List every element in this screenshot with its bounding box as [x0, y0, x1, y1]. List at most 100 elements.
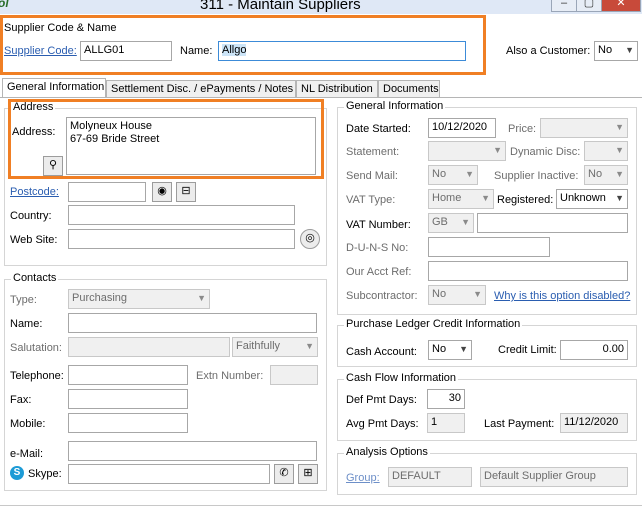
contact-name-label: Name:	[10, 318, 43, 330]
cash-account-value: No	[432, 343, 447, 355]
network-icon: ⊞	[303, 467, 313, 479]
cash-account-select[interactable]: No ▼	[428, 340, 472, 360]
fax-input[interactable]	[68, 389, 188, 409]
close-button[interactable]: ✕	[601, 0, 641, 12]
telephone-input[interactable]	[68, 365, 188, 385]
chevron-down-icon: ▼	[461, 217, 470, 227]
app-logo: ol	[0, 0, 9, 10]
chevron-down-icon: ▼	[615, 145, 624, 155]
salutation-label: Salutation:	[10, 342, 62, 354]
contact-name-input[interactable]	[68, 313, 317, 333]
telephone-label: Telephone:	[10, 370, 64, 382]
send-mail-select[interactable]: No ▼	[428, 165, 478, 185]
vat-number-label: VAT Number:	[346, 219, 411, 231]
subcontractor-select[interactable]: No ▼	[428, 285, 486, 305]
last-payment-label: Last Payment:	[484, 418, 555, 430]
country-input[interactable]	[68, 205, 295, 225]
email-input[interactable]	[68, 441, 317, 461]
country-label: Country:	[10, 210, 52, 222]
chevron-down-icon: ▼	[465, 169, 474, 179]
statement-select[interactable]: ▼	[428, 141, 506, 161]
postcode-input[interactable]	[68, 182, 146, 202]
map-pin-button[interactable]: ⚲	[43, 156, 63, 176]
view-postcode-button[interactable]: ◉	[152, 182, 172, 202]
skype-label: Skype:	[28, 468, 62, 480]
dynamic-disc-label: Dynamic Disc:	[510, 146, 581, 158]
skype-call-button[interactable]: ✆	[274, 464, 294, 484]
skype-contacts-button[interactable]: ⊞	[298, 464, 318, 484]
def-pmt-days-input[interactable]: 30	[427, 389, 465, 409]
contact-type-select[interactable]: Purchasing ▼	[68, 289, 210, 309]
cash-flow-group-label: Cash Flow Information	[344, 372, 459, 384]
tab-documents[interactable]: Documents	[378, 80, 440, 97]
registered-label: Registered:	[497, 194, 554, 206]
chevron-down-icon: ▼	[625, 45, 634, 55]
chevron-down-icon: ▼	[459, 344, 468, 354]
cash-account-label: Cash Account:	[346, 346, 417, 358]
extn-number-input[interactable]	[270, 365, 318, 385]
salutation-input[interactable]	[68, 337, 230, 357]
salutation-select[interactable]: Faithfully ▼	[232, 337, 318, 357]
postcode-lookup-button[interactable]: ⊟	[176, 182, 196, 202]
chevron-down-icon: ▼	[305, 341, 314, 351]
mobile-input[interactable]	[68, 413, 188, 433]
supplier-code-link[interactable]: Supplier Code:	[4, 45, 77, 57]
also-customer-value: No	[598, 44, 613, 56]
bottom-divider	[0, 505, 642, 506]
credit-limit-input[interactable]: 0.00	[560, 340, 628, 360]
statement-label: Statement:	[346, 146, 400, 158]
supplier-inactive-select[interactable]: No ▼	[584, 165, 628, 185]
def-pmt-days-label: Def Pmt Days:	[346, 394, 417, 406]
title-bar: ol 311 - Maintain Suppliers – ▢ ✕	[0, 0, 642, 14]
chevron-down-icon: ▼	[493, 145, 502, 155]
minimize-button[interactable]: –	[551, 0, 577, 12]
tab-nl-distribution[interactable]: NL Distribution	[296, 80, 378, 97]
also-customer-select[interactable]: No ▼	[594, 41, 638, 61]
tab-general-information[interactable]: General Information	[2, 78, 106, 97]
chevron-down-icon: ▼	[615, 122, 624, 132]
open-website-button[interactable]: ◎	[300, 229, 320, 249]
supplier-inactive-value: No	[588, 168, 603, 180]
group-link[interactable]: Group:	[346, 472, 380, 484]
credit-limit-label: Credit Limit:	[498, 344, 557, 356]
fax-label: Fax:	[10, 394, 32, 406]
postcode-link[interactable]: Postcode:	[10, 186, 59, 198]
registered-select[interactable]: Unknown ▼	[556, 189, 628, 209]
website-input[interactable]	[68, 229, 295, 249]
duns-input[interactable]	[428, 237, 550, 257]
skype-icon: S	[10, 466, 24, 480]
supplier-code-input[interactable]: ALLG01	[80, 41, 172, 61]
date-started-input[interactable]: 10/12/2020	[428, 118, 496, 138]
our-acct-ref-input[interactable]	[428, 261, 628, 281]
vat-prefix-value: GB	[432, 216, 448, 228]
chevron-down-icon: ▼	[197, 293, 206, 303]
vat-type-value: Home	[432, 192, 462, 204]
address-textarea[interactable]: Molyneux House 67-69 Bride Street	[66, 117, 316, 175]
vat-type-select[interactable]: Home ▼	[428, 189, 494, 209]
general-information-group-label: General Information	[344, 100, 446, 112]
extn-number-label: Extn Number:	[196, 370, 264, 382]
skype-input[interactable]	[68, 464, 270, 484]
tab-settlement-disc[interactable]: Settlement Disc. / ePayments / Notes	[106, 80, 296, 97]
vat-number-input[interactable]	[477, 213, 628, 233]
vat-prefix-select[interactable]: GB ▼	[428, 213, 474, 233]
chevron-down-icon: ▼	[615, 169, 624, 179]
send-mail-value: No	[432, 168, 447, 180]
purchase-ledger-group-label: Purchase Ledger Credit Information	[344, 318, 523, 330]
supplier-name-input[interactable]: Allgo	[218, 41, 466, 61]
supplier-name-value: Allgo	[222, 44, 247, 56]
contact-type-value: Purchasing	[72, 292, 128, 304]
eye-icon: ◉	[157, 185, 167, 197]
avg-pmt-days-label: Avg Pmt Days:	[346, 418, 419, 430]
maximize-button[interactable]: ▢	[576, 0, 602, 12]
address-group-label: Address	[11, 101, 56, 113]
subcontractor-label: Subcontractor:	[346, 290, 418, 302]
type-label: Type:	[10, 294, 37, 306]
address-line-2: 67-69 Bride Street	[70, 133, 160, 145]
price-select[interactable]: ▼	[540, 118, 628, 138]
why-disabled-link[interactable]: Why is this option disabled?	[494, 290, 630, 302]
mobile-label: Mobile:	[10, 418, 46, 430]
group-code-input[interactable]: DEFAULT	[388, 467, 472, 487]
dynamic-disc-select[interactable]: ▼	[584, 141, 628, 161]
date-started-label: Date Started:	[346, 123, 411, 135]
